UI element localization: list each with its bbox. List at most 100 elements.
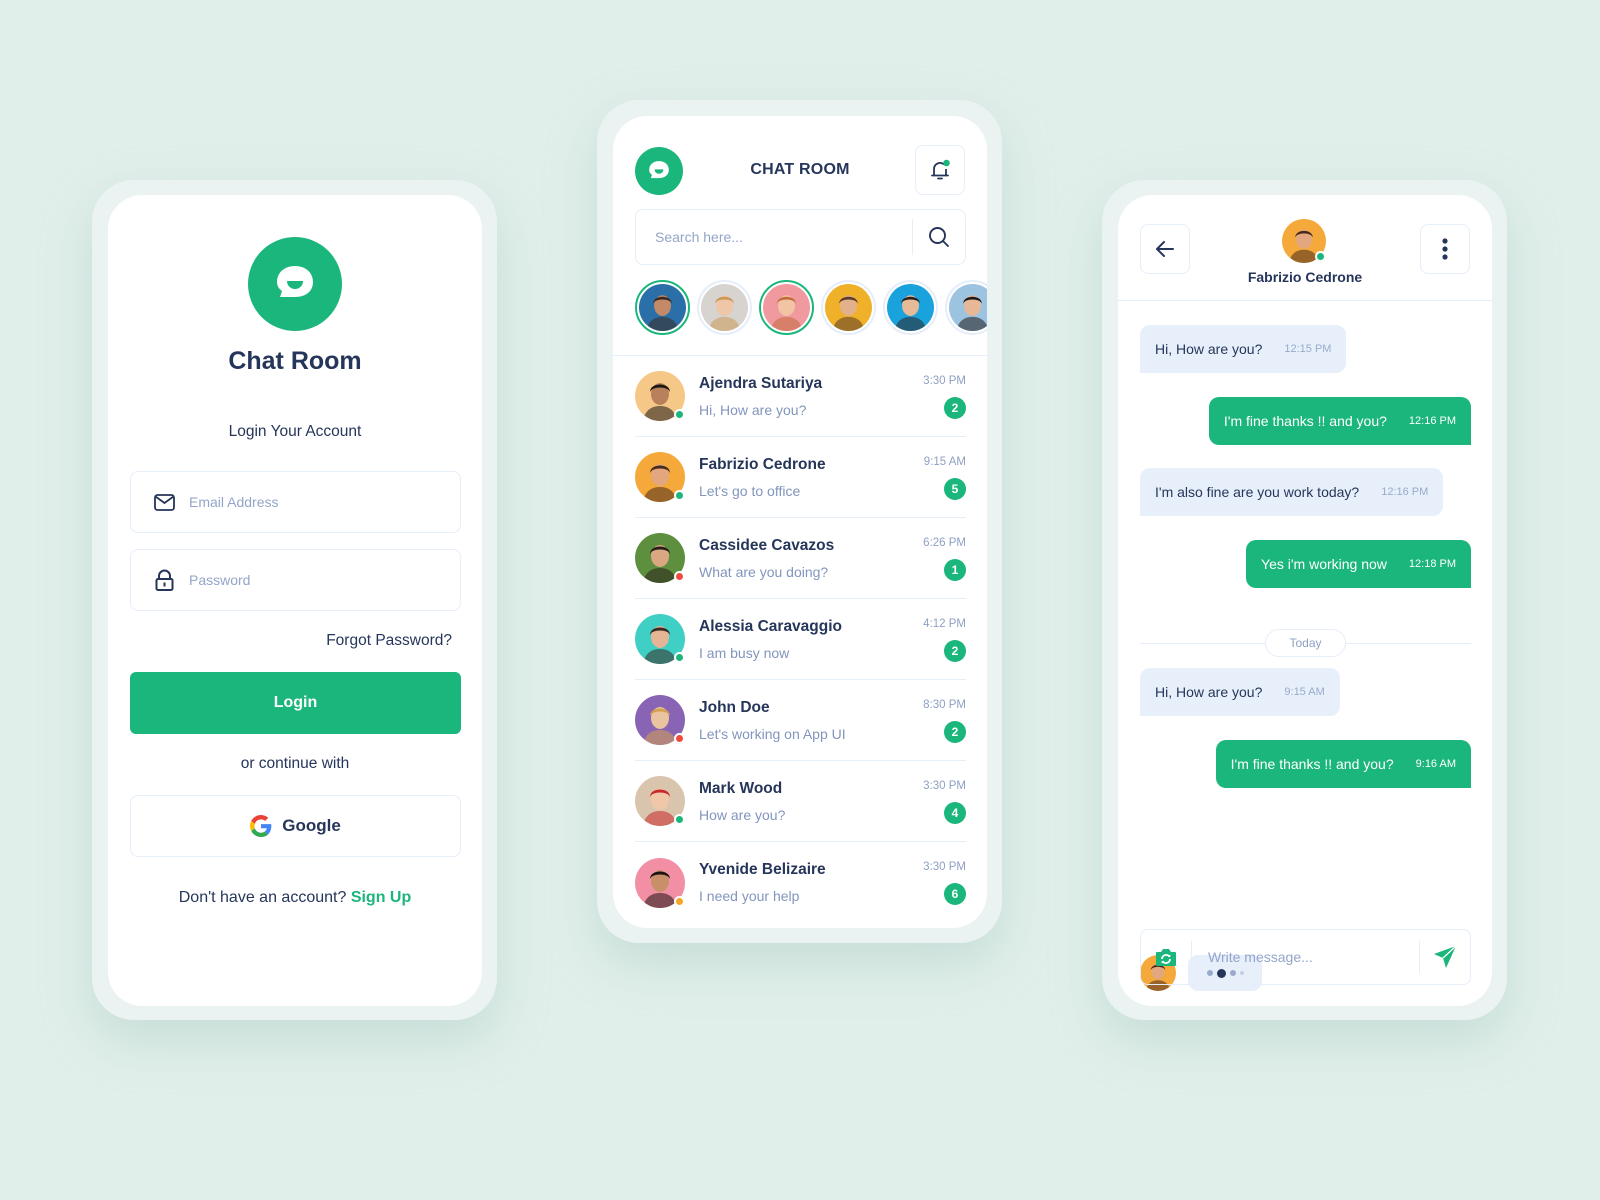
message-time: 3:30 PM xyxy=(923,375,966,387)
chat-meta: 9:15 AM 5 xyxy=(924,456,966,500)
bell-icon xyxy=(928,158,952,182)
chat-list: Ajendra Sutariya Hi, How are you? 3:30 PM 2… xyxy=(635,356,966,923)
message-time: 4:12 PM xyxy=(923,618,966,630)
notifications-button[interactable] xyxy=(915,145,965,195)
unread-badge: 2 xyxy=(944,640,966,662)
search-icon xyxy=(928,226,950,248)
avatar-wrapper xyxy=(635,452,685,502)
message-thread: Today Hi, How are you? 12:15 PM I'm fine t… xyxy=(1140,325,1471,991)
chat-list-item[interactable]: Mark Wood How are you? 3:30 PM 4 xyxy=(635,761,966,842)
message-time: 12:18 PM xyxy=(1408,558,1456,570)
email-input[interactable] xyxy=(189,494,429,510)
search-button[interactable] xyxy=(913,210,965,264)
unread-badge: 2 xyxy=(944,721,966,743)
envelope-icon xyxy=(153,491,175,513)
message-text: Hi, How are you? xyxy=(1155,341,1263,357)
no-account-text: Don't have an account? xyxy=(178,889,347,906)
message-text: I'm fine thanks !! and you? xyxy=(1223,413,1387,429)
chat-bubble-smile-icon xyxy=(248,237,342,331)
chat-list-item[interactable]: Ajendra Sutariya Hi, How are you? 3:30 PM 2 xyxy=(635,356,966,437)
story-avatar[interactable] xyxy=(945,280,987,335)
story-avatar[interactable] xyxy=(821,280,876,335)
day-label: Today xyxy=(1265,629,1346,657)
chat-meta: 8:30 PM 2 xyxy=(923,699,966,743)
message-composer xyxy=(1140,929,1471,985)
unread-badge: 2 xyxy=(944,397,966,419)
camera-switch-icon xyxy=(1155,947,1177,967)
online-status-dot xyxy=(674,409,685,420)
story-avatar[interactable] xyxy=(883,280,938,335)
unread-badge: 6 xyxy=(944,883,966,905)
arrow-left-icon xyxy=(1155,240,1175,258)
chat-list-item[interactable]: John Doe Let's working on App UI 8:30 PM 2 xyxy=(635,680,966,761)
chat-list-item[interactable]: Yvenide Belizaire I need your help 3:30 PM… xyxy=(635,842,966,923)
avatar-wrapper xyxy=(635,533,685,583)
message-time: 12:15 PM xyxy=(1284,343,1332,355)
message-time: 12:16 PM xyxy=(1381,486,1429,498)
search-bar xyxy=(635,209,966,265)
chat-list-item[interactable]: Fabrizio Cedrone Let's go to office 9:15 A… xyxy=(635,437,966,518)
busy-status-dot xyxy=(674,571,685,582)
login-subtitle: Login Your Account xyxy=(228,423,362,440)
send-button[interactable] xyxy=(1420,930,1470,984)
message-text: I'm fine thanks !! and you? xyxy=(1230,756,1394,772)
chat-meta: 3:30 PM 6 xyxy=(923,861,966,905)
chat-list-item[interactable]: Cassidee Cavazos What are you doing? 6:26 … xyxy=(635,518,966,599)
online-status-dot xyxy=(674,814,685,825)
chat-list-screen: CHAT ROOM Ajendra SutariyaHi, How are yo… xyxy=(613,116,987,928)
chat-list-item[interactable]: Alessia Caravaggio I am busy now 4:12 PM 2 xyxy=(635,599,966,680)
avatar xyxy=(825,284,872,331)
avatar xyxy=(763,284,810,331)
unread-badge: 1 xyxy=(944,559,966,581)
avatar-wrapper xyxy=(635,857,685,908)
chat-meta: 3:30 PM 2 xyxy=(923,375,966,419)
online-status-dot xyxy=(674,652,685,663)
message-text: Yes i'm working now xyxy=(1261,556,1387,572)
message-time: 9:16 AM xyxy=(1415,758,1456,770)
camera-button[interactable] xyxy=(1141,930,1191,984)
google-button-label: Google xyxy=(282,816,341,835)
avatar-wrapper xyxy=(635,695,685,745)
back-button[interactable] xyxy=(1140,224,1190,274)
avatar xyxy=(949,284,987,331)
email-field[interactable] xyxy=(130,471,461,533)
password-field[interactable] xyxy=(130,549,461,611)
story-avatar[interactable] xyxy=(697,280,752,335)
avatar xyxy=(887,284,934,331)
contact-avatar[interactable] xyxy=(1282,219,1326,263)
unread-badge: 4 xyxy=(944,802,966,824)
avatar-wrapper xyxy=(635,776,685,826)
vertical-dots-icon xyxy=(1442,238,1448,260)
app-title: Chat Room xyxy=(228,347,362,375)
avatar-wrapper xyxy=(635,614,685,664)
signup-prompt: Don't have an account? Sign Up xyxy=(108,889,482,907)
incoming-message: I'm also fine are you work today? 12:16 P… xyxy=(1140,468,1444,516)
message-time: 9:15 AM xyxy=(1284,686,1325,698)
more-options-button[interactable] xyxy=(1420,224,1470,274)
login-button[interactable]: Login xyxy=(130,672,461,734)
story-avatar[interactable] xyxy=(759,280,814,335)
forgot-password-link[interactable]: Forgot Password? xyxy=(326,632,452,650)
message-text: Hi, How are you? xyxy=(1155,684,1263,700)
send-arrow-icon xyxy=(1433,945,1457,969)
google-signin-button[interactable]: Google xyxy=(130,795,461,857)
unread-badge: 5 xyxy=(944,478,966,500)
avatar xyxy=(701,284,748,331)
incoming-message: Hi, How are you? 9:15 AM xyxy=(1140,668,1340,716)
stories-row xyxy=(635,280,987,336)
online-status-dot xyxy=(1315,251,1326,262)
outgoing-message: I'm fine thanks !! and you? 12:16 PM xyxy=(1208,397,1471,445)
story-avatar[interactable] xyxy=(635,280,690,335)
password-input[interactable] xyxy=(189,572,429,588)
message-input[interactable] xyxy=(1192,949,1419,965)
message-time: 8:30 PM xyxy=(923,699,966,711)
or-continue-label: or continue with xyxy=(240,755,350,772)
outgoing-message: Yes i'm working now 12:18 PM xyxy=(1246,540,1471,588)
conversation-screen: Fabrizio Cedrone Today Hi, How are you? 1… xyxy=(1118,195,1492,1006)
chat-meta: 3:30 PM 4 xyxy=(923,780,966,824)
google-g-icon xyxy=(250,815,272,837)
signup-link[interactable]: Sign Up xyxy=(351,889,411,906)
message-time: 12:16 PM xyxy=(1408,415,1456,427)
day-separator: Today xyxy=(1140,629,1471,657)
search-input[interactable] xyxy=(636,229,912,245)
